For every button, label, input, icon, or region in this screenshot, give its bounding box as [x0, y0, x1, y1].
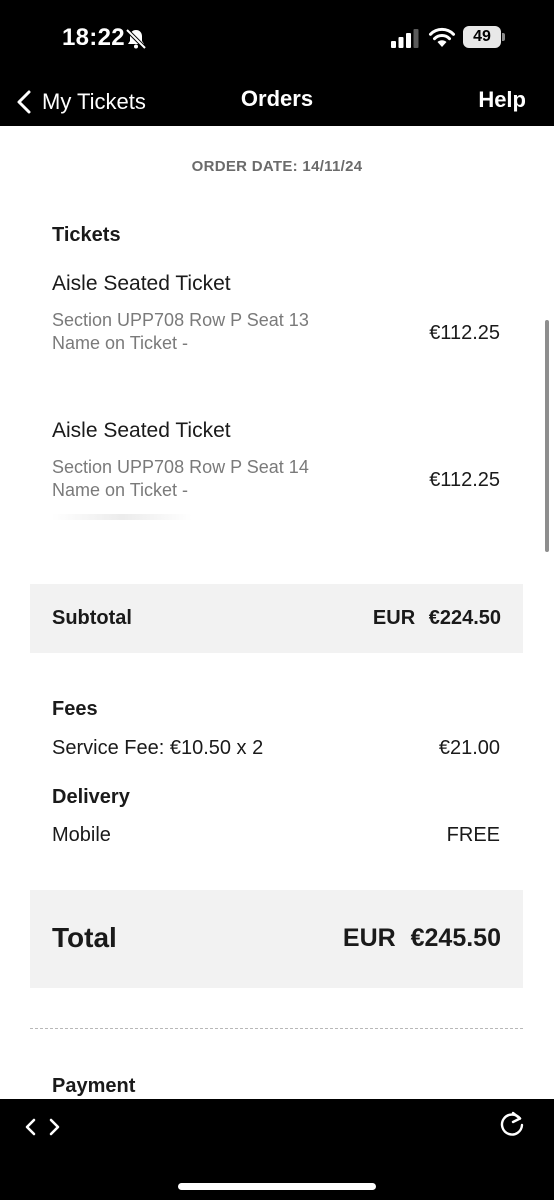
subtotal-value: EUR €224.50: [372, 607, 501, 629]
status-time: 18:22: [62, 24, 125, 51]
ticket-holder-name: Name on Ticket -: [52, 333, 189, 353]
bell-slash-icon: [125, 28, 147, 50]
ticket-seat-detail: Section UPP708 Row P Seat 13: [52, 310, 309, 330]
ticket-price: €112.25: [429, 322, 500, 344]
home-indicator[interactable]: [178, 1183, 376, 1190]
scrollbar[interactable]: [545, 320, 549, 552]
reload-icon[interactable]: [496, 1109, 528, 1141]
fees-heading: Fees: [52, 698, 98, 720]
back-button[interactable]: My Tickets: [14, 84, 146, 120]
ticket-price: €112.25: [429, 469, 500, 491]
order-date: ORDER DATE: 14/11/24: [191, 158, 363, 175]
delivery-value: FREE: [446, 824, 500, 846]
back-forward-arrows-icon[interactable]: [24, 1115, 62, 1139]
subtotal-label: Subtotal: [52, 607, 132, 629]
delivery-heading: Delivery: [52, 786, 130, 808]
ticket-name: Aisle Seated Ticket: [52, 272, 231, 295]
status-bar: 18:22 49: [0, 0, 554, 78]
order-content[interactable]: ORDER DATE: 14/11/24 Tickets Aisle Seate…: [0, 126, 554, 1099]
ticket-name: Aisle Seated Ticket: [52, 419, 231, 442]
chevron-left-icon: [17, 90, 31, 114]
battery-icon: 49: [463, 26, 505, 50]
subtotal-box: Subtotal EUR €224.50: [30, 584, 523, 653]
ticket-holder-name: Name on Ticket -: [52, 480, 189, 500]
wifi-icon: [429, 27, 455, 47]
help-button[interactable]: Help: [478, 87, 526, 113]
battery-level: 49: [463, 26, 501, 48]
total-label: Total: [52, 922, 117, 953]
battery-tip: [502, 33, 505, 41]
service-fee-value: €21.00: [438, 737, 500, 759]
ticket-seat-detail: Section UPP708 Row P Seat 14: [52, 457, 309, 477]
total-value: EUR €245.50: [342, 924, 501, 952]
service-fee-label: Service Fee: €10.50 x 2: [52, 737, 264, 759]
divider: [30, 1028, 523, 1029]
total-box: Total EUR €245.50: [30, 890, 523, 988]
payment-heading: Payment: [52, 1075, 136, 1097]
back-label: My Tickets: [42, 89, 146, 114]
browser-toolbar: [0, 1099, 554, 1200]
tickets-heading: Tickets: [52, 224, 121, 246]
signal-icon: [391, 29, 419, 48]
delivery-method: Mobile: [52, 824, 111, 846]
faded-text: [52, 514, 192, 520]
nav-bar: My Tickets Orders Help: [0, 78, 554, 126]
